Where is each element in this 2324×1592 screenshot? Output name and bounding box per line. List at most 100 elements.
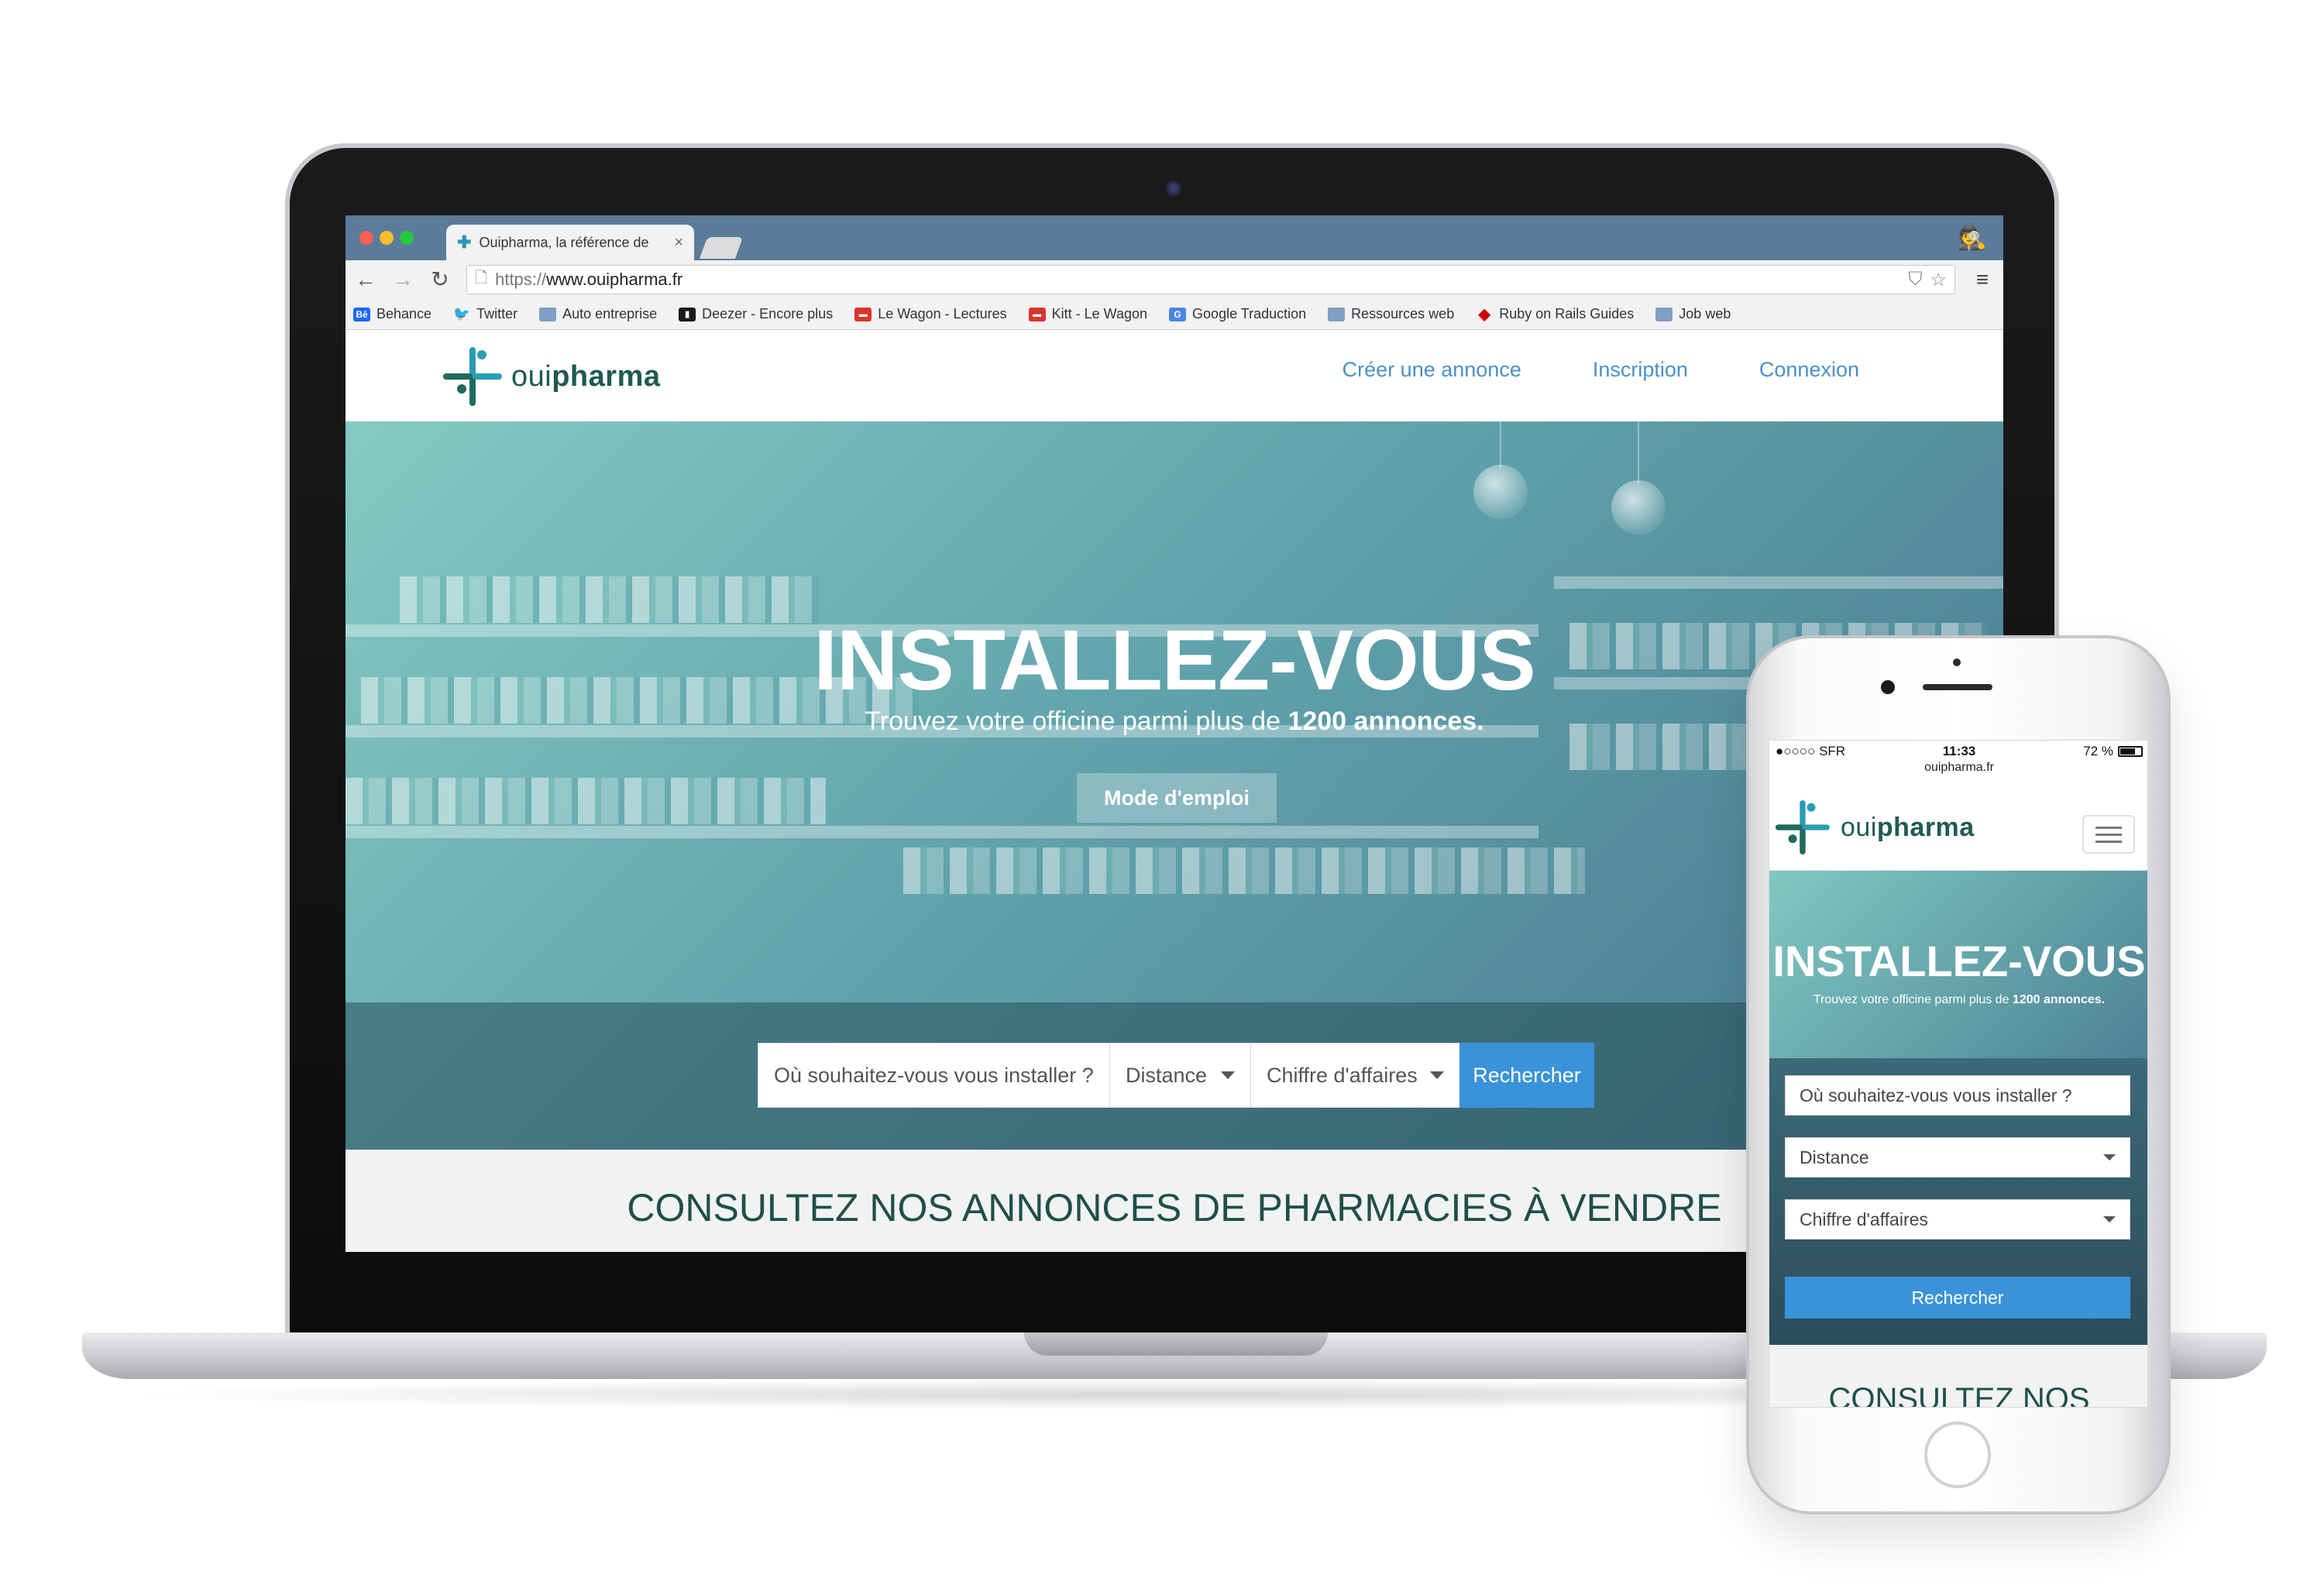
browser-tab-active[interactable]: ✚ Ouipharma, la référence de ×: [446, 225, 694, 260]
bookmark-behance[interactable]: Bē Behance: [353, 306, 431, 322]
shelf-image: [346, 826, 1538, 838]
url-scheme: https://: [495, 270, 547, 289]
lamp-cord: [1638, 421, 1639, 483]
mode-emploi-button[interactable]: Mode d'emploi: [1077, 773, 1277, 823]
phone-hero-subtitle-count: 1200 annonces.: [2012, 993, 2106, 1006]
distance-select-label: Distance: [1126, 1063, 1208, 1087]
incognito-icon: 🕵: [1958, 225, 1987, 251]
chiffre-affaires-select-label: Chiffre d'affaires: [1267, 1063, 1418, 1087]
back-arrow-icon[interactable]: ←: [355, 269, 376, 291]
chevron-down-icon: [1221, 1071, 1235, 1079]
tab-title: Ouipharma, la référence de: [479, 234, 649, 250]
tab-close-icon[interactable]: ×: [674, 234, 683, 252]
address-bar[interactable]: 🗋 https://www.ouipharma.fr ⛉ ☆: [466, 265, 1955, 294]
phone-url[interactable]: ouipharma.fr: [1769, 761, 2147, 775]
hamburger-menu-icon[interactable]: [2082, 815, 2135, 854]
deezer-icon: ▮: [679, 307, 696, 321]
phone-hero-subtitle: Trouvez votre officine parmi plus de 120…: [1769, 993, 2147, 1007]
behance-icon: Bē: [353, 307, 370, 321]
status-time: 11:33: [1942, 744, 1976, 758]
bookmark-google-traduction[interactable]: G Google Traduction: [1169, 306, 1306, 322]
bookmark-star-icon[interactable]: ☆: [1930, 269, 1947, 291]
reload-icon[interactable]: ↻: [429, 269, 451, 291]
phone-chiffre-affaires-label: Chiffre d'affaires: [1800, 1209, 1928, 1229]
battery-icon: [2118, 746, 2143, 757]
laptop-camera: [1165, 180, 1182, 197]
phone-rechercher-button[interactable]: Rechercher: [1785, 1277, 2130, 1319]
location-search-input[interactable]: Où souhaitez-vous vous installer ?: [758, 1043, 1109, 1108]
site-nav: Créer une annonce Inscription Connexion: [1342, 358, 1859, 382]
ouipharma-cross-icon: [443, 347, 502, 406]
phone-listings-title: CONSULTEZ NOS: [1828, 1382, 2090, 1408]
kitt-icon: ▬: [1028, 307, 1046, 321]
pendant-lamp-image: [1473, 465, 1528, 519]
browser-tab-bar: ✚ Ouipharma, la référence de × 🕵: [346, 215, 2003, 260]
minimize-window-button[interactable]: [380, 231, 394, 245]
bookmark-label: Auto entreprise: [562, 306, 658, 321]
logo-suffix: pharma: [1876, 812, 1975, 842]
phone-speaker: [1923, 684, 1992, 690]
bookmark-deezer[interactable]: ▮ Deezer - Encore plus: [679, 306, 833, 322]
chevron-down-icon: [2103, 1216, 2116, 1222]
phone-distance-select[interactable]: Distance: [1785, 1137, 2130, 1178]
shield-icon[interactable]: ⛉: [1908, 269, 1922, 291]
google-translate-icon: G: [1169, 307, 1187, 321]
logo-prefix: oui: [511, 359, 552, 393]
shelf-image: [1554, 576, 2003, 589]
bookmark-ressources-web[interactable]: Ressources web: [1328, 306, 1454, 322]
bookmark-job-web[interactable]: Job web: [1655, 306, 1731, 322]
logo-suffix: pharma: [552, 359, 661, 393]
shelf-products-image: [346, 778, 826, 824]
bookmark-label: Ruby on Rails Guides: [1499, 306, 1635, 321]
chiffre-affaires-select[interactable]: Chiffre d'affaires: [1250, 1043, 1459, 1108]
hero-subtitle-count: 1200 annonces.: [1287, 707, 1484, 736]
forward-arrow-icon[interactable]: →: [392, 269, 414, 291]
bookmark-label: Deezer - Encore plus: [702, 306, 834, 321]
bookmark-label: Google Traduction: [1192, 306, 1307, 321]
rechercher-button[interactable]: Rechercher: [1459, 1043, 1594, 1108]
address-url[interactable]: https://www.ouipharma.fr: [495, 270, 682, 290]
distance-select[interactable]: Distance: [1109, 1043, 1250, 1108]
browser-menu-icon[interactable]: ≡: [1971, 267, 1994, 292]
phone-screen: ●○○○○ SFR 11:33 72 % ouipharma.fr ouipha…: [1769, 740, 2148, 1408]
bookmark-label: Ressources web: [1351, 306, 1455, 321]
logo-prefix: oui: [1841, 812, 1877, 842]
phone-distance-label: Distance: [1800, 1147, 1869, 1167]
folder-icon: [539, 307, 557, 321]
phone-listings-section: CONSULTEZ NOS: [1769, 1345, 2147, 1408]
bookmark-twitter[interactable]: 🐦 Twitter: [453, 306, 517, 322]
bookmark-label: Behance: [376, 306, 432, 321]
phone-site-logo[interactable]: ouipharma: [1776, 798, 1975, 857]
phone-site-header: ouipharma: [1769, 781, 2147, 871]
nav-creer-annonce[interactable]: Créer une annonce: [1342, 358, 1521, 382]
shelf-products-image: [903, 848, 1585, 894]
phone-location-search-input[interactable]: Où souhaitez-vous vous installer ?: [1785, 1075, 2130, 1116]
phone-hero-title: INSTALLEZ-VOUS: [1772, 937, 2146, 985]
bookmark-auto-entreprise[interactable]: Auto entreprise: [539, 306, 657, 322]
site-logo[interactable]: ouipharma: [443, 347, 661, 406]
phone-camera: [1881, 680, 1895, 694]
nav-inscription[interactable]: Inscription: [1593, 358, 1688, 382]
logo-text: ouipharma: [1841, 813, 1975, 843]
phone-home-button[interactable]: [1924, 1422, 1991, 1488]
phone-hero: INSTALLEZ-VOUS Trouvez votre officine pa…: [1769, 871, 2147, 1058]
phone-proximity-sensor: [1953, 658, 1961, 666]
twitter-icon: 🐦: [452, 306, 471, 321]
bookmark-ruby-on-rails[interactable]: ◆ Ruby on Rails Guides: [1476, 306, 1635, 323]
maximize-window-button[interactable]: [400, 231, 414, 245]
phone-status-bar: ●○○○○ SFR 11:33 72 %: [1769, 741, 2147, 762]
bookmark-label: Job web: [1679, 306, 1731, 321]
bookmark-lewagon-lectures[interactable]: ▬ Le Wagon - Lectures: [854, 306, 1007, 322]
laptop-base-notch: [1024, 1332, 1328, 1356]
phone-hero-subtitle-text: Trouvez votre officine parmi plus de: [1813, 993, 2013, 1006]
phone-chiffre-affaires-select[interactable]: Chiffre d'affaires: [1785, 1199, 2130, 1240]
close-window-button[interactable]: [359, 231, 373, 245]
folder-icon: [1328, 307, 1346, 321]
bookmark-kitt[interactable]: ▬ Kitt - Le Wagon: [1028, 306, 1147, 322]
new-tab-button[interactable]: [699, 237, 744, 259]
nav-connexion[interactable]: Connexion: [1759, 358, 1859, 382]
ouipharma-cross-icon: [1776, 800, 1830, 854]
lamp-cord: [1500, 421, 1501, 468]
folder-icon: [1655, 307, 1673, 321]
lewagon-icon: ▬: [854, 307, 872, 321]
